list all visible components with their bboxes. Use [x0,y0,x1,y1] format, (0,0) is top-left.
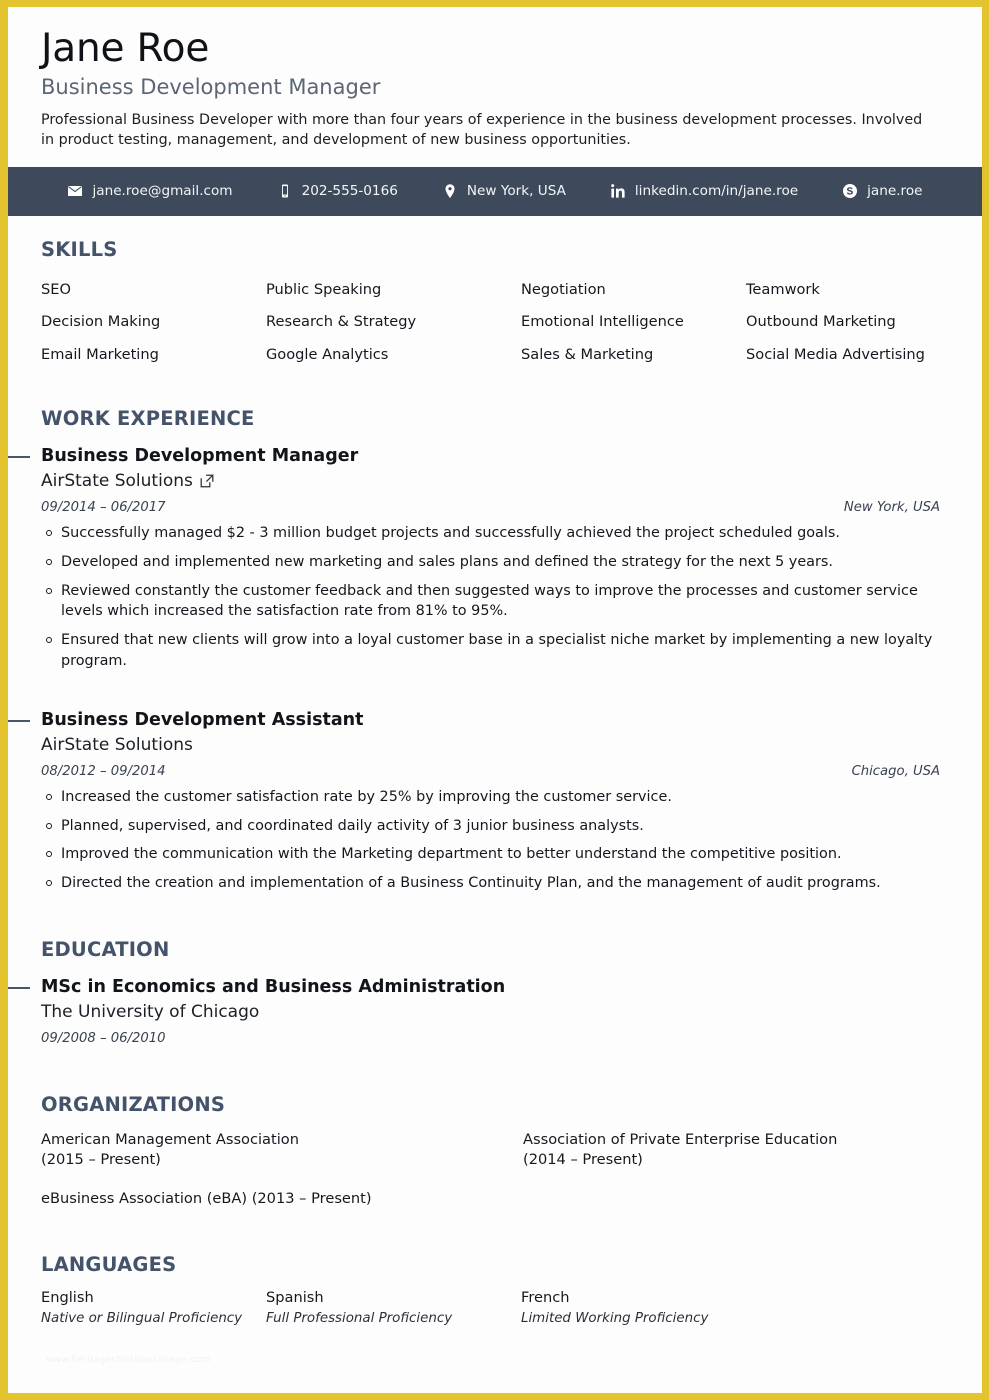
work-entry-company: AirState Solutions [41,470,940,493]
resume-page: Jane Roe Business Development Manager Pr… [0,0,989,1400]
contact-item-phone[interactable]: 202-555-0166 [255,183,420,199]
header-summary: Professional Business Developer with mor… [41,112,923,149]
work-bullet: Planned, supervised, and coordinated dai… [41,816,940,837]
skill-item: Sales & Marketing [521,346,654,364]
work-entry-location: Chicago, USA [851,763,940,779]
section-heading-organizations: ORGANIZATIONS [41,1092,226,1116]
skills-grid: SEO Public Speaking Negotiation Teamwork… [41,274,940,372]
work-bullet: Improved the communication with the Mark… [41,844,940,865]
page-title: Jane Roe [41,26,210,71]
resume-header: Jane Roe Business Development Manager Pr… [8,7,982,167]
organization-item: Association of Private Enterprise Educat… [523,1130,838,1169]
section-skills: SKILLS SEO Public Speaking Negotiation T… [41,216,940,372]
work-entry-bullets: Increased the customer satisfaction rate… [41,787,940,895]
education-school: The University of Chicago [41,1001,260,1022]
work-entry-bullets: Successfully managed $2 - 3 million budg… [41,523,940,672]
section-heading-languages: LANGUAGES [41,1253,177,1277]
work-entry-location: New York, USA [843,499,940,515]
contact-item-linkedin[interactable]: linkedin.com/in/jane.roe [588,183,820,199]
education-entry: MSc in Economics and Business Administra… [8,976,940,1046]
external-link-icon[interactable] [200,474,214,488]
language-level: Limited Working Proficiency [521,1311,709,1327]
section-education: EDUCATION MSc in Economics and Business … [8,902,940,1046]
work-entry-meta: 09/2014 – 06/2017 New York, USA [41,500,940,515]
language-name: English [41,1289,94,1307]
language-level: Full Professional Proficiency [266,1311,453,1327]
section-heading-education: EDUCATION [41,938,170,962]
education-degree: MSc in Economics and Business Administra… [41,977,506,998]
language-item: French Limited Working Proficiency [521,1289,940,1328]
section-organizations: ORGANIZATIONS American Management Associ… [41,1046,940,1209]
contact-value-linkedin: linkedin.com/in/jane.roe [634,183,799,200]
map-pin-icon [442,183,458,199]
work-bullet: Ensured that new clients will grow into … [41,630,940,672]
work-bullet: Directed the creation and implementation… [41,873,940,894]
section-heading-work-experience: WORK EXPERIENCE [41,407,255,431]
contact-value-email: jane.roe@gmail.com [92,183,233,200]
work-bullet: Reviewed constantly the customer feedbac… [41,581,940,623]
work-entry-company-name: AirState Solutions [41,470,193,491]
contact-value-skype: jane.roe [867,183,923,200]
work-bullet: Successfully managed $2 - 3 million budg… [41,523,940,544]
work-entry-role: Business Development Assistant [41,710,364,731]
skill-item: Decision Making [41,313,161,331]
language-level: Native or Bilingual Proficiency [41,1311,243,1327]
work-entry-role: Business Development Manager [41,446,359,467]
contact-item-email[interactable]: jane.roe@gmail.com [45,183,254,199]
linkedin-icon [610,183,626,199]
contact-value-phone: 202-555-0166 [301,183,398,200]
skill-item: Teamwork [746,280,820,298]
organization-item: American Management Association (2015 – … [41,1130,299,1169]
work-entry-company: AirState Solutions [41,734,940,757]
work-entry-dates: 08/2012 – 09/2014 [41,763,166,779]
entry-dash-marker [8,456,30,459]
mobile-phone-icon [277,183,293,199]
skill-item: Google Analytics [266,346,389,364]
work-bullet: Increased the customer satisfaction rate… [41,787,940,808]
language-item: English Native or Bilingual Proficiency [41,1289,266,1328]
work-entry-company-name: AirState Solutions [41,734,193,755]
entry-dash-marker [8,987,30,990]
languages-grid: English Native or Bilingual Proficiency … [41,1289,940,1328]
organization-item: eBusiness Association (eBA) (2013 – Pres… [41,1189,372,1207]
header-job-title: Business Development Manager [41,74,381,99]
contact-item-location[interactable]: New York, USA [420,183,588,199]
envelope-icon [67,183,83,199]
skill-item: Negotiation [521,280,606,298]
work-entry: Business Development Manager AirState So… [8,445,940,672]
language-name: Spanish [266,1289,324,1307]
skill-item: SEO [41,280,71,298]
section-work-experience: WORK EXPERIENCE Business Development Man… [8,372,940,895]
skill-item: Outbound Marketing [746,313,896,331]
skype-icon [842,183,858,199]
work-entry-dates: 09/2014 – 06/2017 [41,499,166,515]
skill-item: Emotional Intelligence [521,313,684,331]
watermark: www.heritagechristiancollege.com [46,1355,211,1365]
organizations-grid: American Management Association (2015 – … [41,1130,940,1209]
work-entry: Business Development Assistant AirState … [8,709,940,895]
resume-body: SKILLS SEO Public Speaking Negotiation T… [8,216,982,1329]
skill-item: Email Marketing [41,346,159,364]
section-languages: LANGUAGES English Native or Bilingual Pr… [41,1209,940,1328]
contact-item-skype[interactable]: jane.roe [820,183,944,199]
work-entry-meta: 08/2012 – 09/2014 Chicago, USA [41,764,940,779]
language-item: Spanish Full Professional Proficiency [266,1289,521,1328]
skill-item: Social Media Advertising [746,346,925,364]
skill-item: Public Speaking [266,280,382,298]
entry-dash-marker [8,720,30,723]
contact-bar: jane.roe@gmail.com 202-555-0166 New York… [8,166,982,216]
language-name: French [521,1289,570,1307]
work-bullet: Developed and implemented new marketing … [41,552,940,573]
skill-item: Research & Strategy [266,313,417,331]
education-dates: 09/2008 – 06/2010 [41,1030,166,1046]
contact-value-location: New York, USA [466,183,566,200]
section-heading-skills: SKILLS [41,237,118,261]
